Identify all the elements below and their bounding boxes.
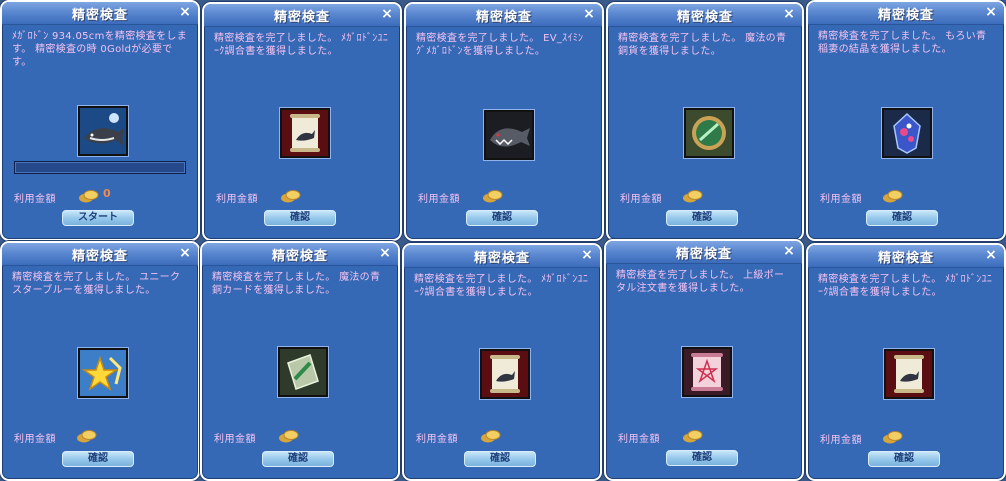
close-icon[interactable]: × (178, 246, 192, 260)
gold-coin-icon (882, 430, 904, 444)
gold-coin-icon (280, 189, 302, 203)
progress-bar (14, 161, 186, 174)
fee-label: 利用金額 (14, 194, 56, 205)
close-icon[interactable]: × (782, 244, 796, 258)
crystal-icon (882, 108, 932, 158)
gold-coin-icon (682, 429, 704, 443)
message-text: 精密検査を完了しました。 もろい青稲妻の結晶を獲得しました。 (818, 31, 987, 55)
fee-value: 0 (103, 187, 111, 200)
confirm-button[interactable]: 確認 (264, 210, 336, 226)
title-bar[interactable]: 精密検査 × (404, 245, 600, 268)
window-title: 精密検査 (676, 10, 733, 25)
fee-label: 利用金額 (418, 194, 460, 205)
gold-coin-icon (78, 189, 100, 203)
recipe-scroll-icon (480, 349, 530, 399)
window-title: 精密検査 (71, 8, 128, 23)
fee-label: 利用金額 (820, 194, 862, 205)
confirm-button[interactable]: 確認 (62, 451, 134, 467)
bronze-card-icon (278, 347, 328, 397)
close-icon[interactable]: × (178, 5, 192, 19)
gold-coin-icon (482, 189, 504, 203)
window-title: 精密検査 (877, 8, 934, 23)
inspection-window-1: 精密検査 × ﾒｶﾞﾛﾄﾞﾝ 934.05cmを精密検査をします。 精密検査の時 … (0, 0, 200, 241)
confirm-button[interactable]: 確認 (464, 451, 536, 467)
gold-coin-icon (480, 429, 502, 443)
title-bar[interactable]: 精密検査 × (808, 245, 1004, 268)
portal-scroll-icon (682, 347, 732, 397)
gold-coin-icon (76, 429, 98, 443)
megalodon-icon (78, 106, 128, 156)
inspection-window-9: 精密検査 × 精密検査を完了しました。 上級ポータル注文書を獲得しました。 利用金… (604, 239, 804, 481)
bronze-coin-icon (684, 108, 734, 158)
close-icon[interactable]: × (580, 248, 594, 262)
title-bar[interactable]: 精密検査 × (406, 4, 602, 27)
fee-label: 利用金額 (216, 194, 258, 205)
fee-label: 利用金額 (214, 434, 256, 445)
window-title: 精密検査 (475, 10, 532, 25)
inspection-window-7: 精密検査 × 精密検査を完了しました。 魔法の青銅カードを獲得しました。 利用金額… (200, 241, 400, 481)
confirm-button[interactable]: 確認 (868, 451, 940, 467)
close-icon[interactable]: × (378, 246, 392, 260)
close-icon[interactable]: × (582, 7, 596, 21)
close-icon[interactable]: × (380, 7, 394, 21)
gold-coin-icon (682, 189, 704, 203)
fee-label: 利用金額 (416, 434, 458, 445)
close-icon[interactable]: × (984, 248, 998, 262)
message-text: 精密検査を完了しました。 ユニークスターブルーを獲得しました。 (12, 272, 181, 296)
title-bar[interactable]: 精密検査 × (606, 241, 802, 264)
fee-label: 利用金額 (620, 194, 662, 205)
window-title: 精密検査 (273, 10, 330, 25)
window-title: 精密検査 (675, 247, 732, 262)
inspection-window-3: 精密検査 × 精密検査を完了しました。 EV_ｽｲﾐﾝｸﾞﾒｶﾞﾛﾄﾞﾝを獲得しま… (404, 2, 604, 241)
title-bar[interactable]: 精密検査 × (202, 243, 398, 266)
message-text: 精密検査を完了しました。 ﾒｶﾞﾛﾄﾞﾝﾕﾆｰｸ調合書を獲得しました。 (414, 274, 589, 298)
inspection-window-2: 精密検査 × 精密検査を完了しました。 ﾒｶﾞﾛﾄﾞﾝﾕﾆｰｸ調合書を獲得しました… (202, 2, 402, 241)
recipe-scroll-icon (884, 349, 934, 399)
inspection-window-6: 精密検査 × 精密検査を完了しました。 ユニークスターブルーを獲得しました。 利用… (0, 241, 200, 481)
close-icon[interactable]: × (984, 5, 998, 19)
confirm-button[interactable]: 確認 (866, 210, 938, 226)
shark-icon (484, 110, 534, 160)
recipe-scroll-icon (280, 108, 330, 158)
confirm-button[interactable]: 確認 (666, 210, 738, 226)
inspection-window-8: 精密検査 × 精密検査を完了しました。 ﾒｶﾞﾛﾄﾞﾝﾕﾆｰｸ調合書を獲得しました… (402, 243, 602, 481)
message-text: 精密検査を完了しました。 魔法の青銅貨を獲得しました。 (618, 33, 787, 57)
title-bar[interactable]: 精密検査 × (204, 4, 400, 27)
inspection-window-5: 精密検査 × 精密検査を完了しました。 もろい青稲妻の結晶を獲得しました。 利用金… (806, 0, 1006, 241)
fee-label: 利用金額 (618, 434, 660, 445)
window-title: 精密検査 (473, 251, 530, 266)
confirm-button[interactable]: 確認 (466, 210, 538, 226)
confirm-button[interactable]: 確認 (666, 450, 738, 466)
message-text: 精密検査を完了しました。 EV_ｽｲﾐﾝｸﾞﾒｶﾞﾛﾄﾞﾝを獲得しました。 (416, 33, 584, 57)
title-bar[interactable]: 精密検査 × (2, 2, 198, 25)
message-text: 精密検査を完了しました。 上級ポータル注文書を獲得しました。 (616, 270, 785, 294)
start-button[interactable]: スタート (62, 210, 134, 226)
star-item-icon (78, 348, 128, 398)
inspection-window-10: 精密検査 × 精密検査を完了しました。 ﾒｶﾞﾛﾄﾞﾝﾕﾆｰｸ調合書を獲得しました… (806, 243, 1006, 481)
gold-coin-icon (882, 189, 904, 203)
confirm-button[interactable]: 確認 (262, 451, 334, 467)
gold-coin-icon (278, 429, 300, 443)
window-title: 精密検査 (71, 249, 128, 264)
message-text: 精密検査を完了しました。 ﾒｶﾞﾛﾄﾞﾝﾕﾆｰｸ調合書を獲得しました。 (818, 274, 993, 298)
fee-label: 利用金額 (14, 434, 56, 445)
message-text: ﾒｶﾞﾛﾄﾞﾝ 934.05cmを精密検査をします。 精密検査の時 0Goldが… (12, 31, 188, 68)
window-title: 精密検査 (877, 251, 934, 266)
window-title: 精密検査 (271, 249, 328, 264)
title-bar[interactable]: 精密検査 × (808, 2, 1004, 25)
title-bar[interactable]: 精密検査 × (2, 243, 198, 266)
message-text: 精密検査を完了しました。 ﾒｶﾞﾛﾄﾞﾝﾕﾆｰｸ調合書を獲得しました。 (214, 33, 389, 57)
close-icon[interactable]: × (782, 7, 796, 21)
title-bar[interactable]: 精密検査 × (608, 4, 802, 27)
message-text: 精密検査を完了しました。 魔法の青銅カードを獲得しました。 (212, 272, 381, 296)
fee-label: 利用金額 (820, 435, 862, 446)
inspection-window-4: 精密検査 × 精密検査を完了しました。 魔法の青銅貨を獲得しました。 利用金額 確… (606, 2, 804, 241)
